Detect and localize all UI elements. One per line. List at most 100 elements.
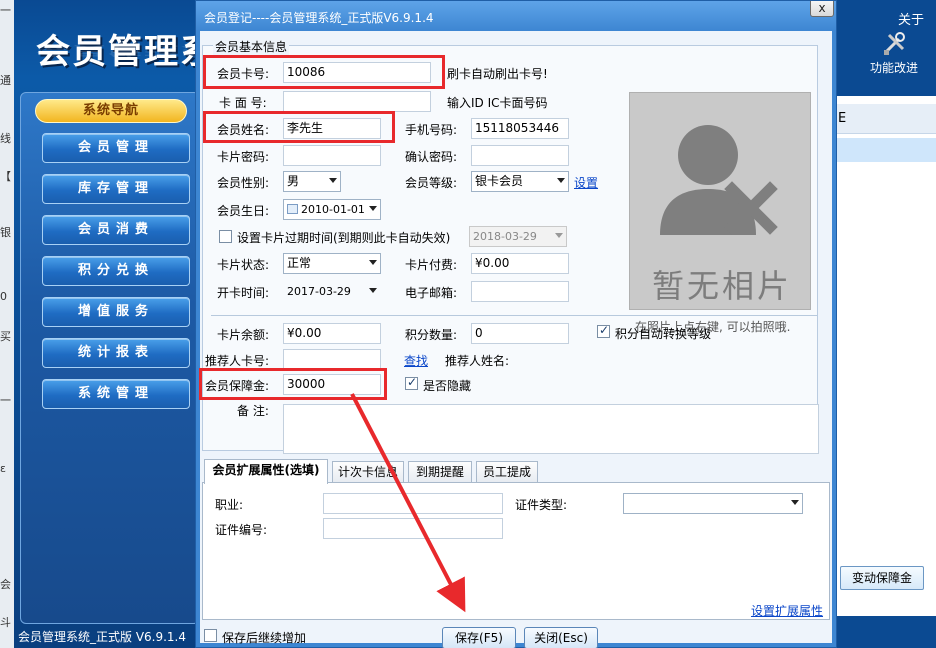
referrer-card-input[interactable] — [283, 349, 381, 370]
about-link[interactable]: 关于 — [898, 9, 924, 28]
level-label: 会员等级: — [405, 176, 458, 190]
remark-label: 备 注: — [237, 404, 269, 418]
left-edge-window: 一 通 线 【 银 0 买 一 ε 会 斗 — [0, 0, 14, 648]
id-number-label: 证件编号: — [215, 523, 268, 537]
card-status-select[interactable]: 正常 — [283, 253, 381, 274]
edge-fragment: 线 — [0, 132, 11, 145]
hidden-label: 是否隐藏 — [423, 379, 472, 393]
card-face-hint: 输入ID IC卡面号码 — [447, 96, 548, 110]
phone-label: 手机号码: — [405, 123, 458, 137]
card-fee-input[interactable]: ¥0.00 — [471, 253, 569, 274]
basic-info-legend: 会员基本信息 — [213, 38, 290, 55]
edge-fragment: 银 — [0, 226, 11, 239]
level-select[interactable]: 银卡会员 — [471, 171, 569, 192]
chevron-down-icon — [329, 178, 337, 183]
card-face-input[interactable] — [283, 91, 431, 112]
save-button[interactable]: 保存(F5) — [442, 627, 516, 648]
open-date-datepicker[interactable]: 2017-03-29 — [283, 281, 381, 302]
right-selected-row[interactable] — [836, 138, 936, 162]
tools-icon[interactable] — [880, 30, 908, 58]
nav-header: 系统导航 — [35, 99, 187, 123]
remark-textarea[interactable] — [283, 404, 819, 454]
edge-fragment: 一 — [0, 394, 11, 407]
birthday-datepicker[interactable]: 2010-01-01 — [283, 199, 381, 220]
nav-member-consumption[interactable]: 会员消费 — [42, 215, 190, 245]
email-input[interactable] — [471, 281, 569, 302]
hidden-checkbox[interactable] — [405, 375, 418, 390]
nav-member-management[interactable]: 会员管理 — [42, 133, 190, 163]
id-type-label: 证件类型: — [515, 498, 568, 512]
close-icon[interactable]: x — [810, 1, 834, 17]
id-number-input[interactable] — [323, 518, 503, 539]
expiry-datepicker[interactable]: 2018-03-29 — [469, 226, 567, 247]
basic-info-group: 会员基本信息 会员卡号: 10086 刷卡自动刷出卡号! 卡 面 号: 输入ID… — [199, 38, 819, 454]
points-label: 积分数量: — [405, 328, 458, 342]
dialog-title: 会员登记----会员管理系统_正式版V6.9.1.4 — [204, 11, 434, 25]
chevron-down-icon — [369, 288, 377, 293]
chevron-down-icon — [791, 500, 799, 505]
level-settings-link[interactable]: 设置 — [574, 174, 598, 191]
confirm-password-input[interactable] — [471, 145, 569, 166]
expiry-label: 设置卡片过期时间(到期则此卡自动失效) — [237, 231, 451, 245]
right-content-area — [836, 96, 936, 616]
section-divider — [211, 315, 817, 316]
member-name-highlight-box — [203, 111, 395, 143]
member-registration-dialog: 会员登记----会员管理系统_正式版V6.9.1.4 x 会员基本信息 会员卡号… — [195, 0, 837, 648]
change-deposit-button[interactable]: 变动保障金 — [840, 566, 924, 590]
phone-input[interactable]: 15118053446 — [471, 118, 569, 139]
occupation-input[interactable] — [323, 493, 503, 514]
gender-label: 会员性别: — [217, 176, 270, 190]
no-photo-text: 暂无相片 — [652, 267, 793, 305]
nav-statistics-reports[interactable]: 统计报表 — [42, 338, 190, 368]
system-nav-panel: 系统导航 会员管理 库存管理 会员消费 积分兑换 增值服务 统计报表 系统管理 — [20, 92, 200, 624]
dialog-body: 会员基本信息 会员卡号: 10086 刷卡自动刷出卡号! 卡 面 号: 输入ID… — [199, 31, 832, 648]
birthday-label: 会员生日: — [217, 204, 270, 218]
app-status-text: 会员管理系统_正式版 V6.9.1.4 — [18, 630, 187, 644]
tab-expiry-reminder[interactable]: 到期提醒 — [408, 461, 472, 483]
open-date-label: 开卡时间: — [217, 286, 270, 300]
edge-fragment: ε — [0, 462, 6, 475]
close-button[interactable]: 关闭(Esc) — [524, 627, 598, 648]
card-status-label: 卡片状态: — [217, 258, 270, 272]
chevron-down-icon — [369, 206, 377, 211]
tab-staff-commission[interactable]: 员工提成 — [476, 461, 538, 483]
save-continue-label: 保存后继续增加 — [222, 631, 307, 645]
edge-fragment: 通 — [0, 74, 11, 87]
edge-fragment: 【 — [0, 170, 11, 183]
extension-settings-link[interactable]: 设置扩展属性 — [751, 602, 823, 619]
feature-improve-link[interactable]: 功能改进 — [870, 59, 918, 76]
auto-level-label: 积分自动转换等级 — [615, 327, 712, 341]
chevron-down-icon — [555, 233, 563, 238]
balance-input[interactable]: ¥0.00 — [283, 323, 381, 344]
referrer-find-link[interactable]: 查找 — [404, 352, 428, 369]
expiry-checkbox[interactable] — [219, 230, 232, 243]
dialog-titlebar[interactable]: 会员登记----会员管理系统_正式版V6.9.1.4 x — [196, 1, 836, 31]
save-continue-checkbox[interactable] — [204, 629, 217, 642]
nav-value-added-services[interactable]: 增值服务 — [42, 297, 190, 327]
card-password-input[interactable] — [283, 145, 381, 166]
card-password-label: 卡片密码: — [217, 150, 270, 164]
card-no-hint: 刷卡自动刷出卡号! — [447, 67, 548, 81]
tab-count-card[interactable]: 计次卡信息 — [332, 461, 404, 483]
extension-tab-panel: 职业: 证件类型: 证件编号: 设置扩展属性 — [202, 482, 830, 620]
id-type-select[interactable] — [623, 493, 803, 514]
chevron-down-icon — [369, 260, 377, 265]
nav-inventory-management[interactable]: 库存管理 — [42, 174, 190, 204]
card-face-label: 卡 面 号: — [219, 96, 267, 110]
confirm-password-label: 确认密码: — [405, 150, 458, 164]
tab-member-extension[interactable]: 会员扩展属性(选填) — [204, 459, 328, 484]
member-photo[interactable]: 暂无相片 — [629, 92, 811, 310]
open-date-value: 2017-03-29 — [287, 285, 351, 298]
auto-level-checkbox[interactable] — [597, 323, 610, 338]
referrer-name-label: 推荐人姓名: — [445, 354, 510, 368]
nav-points-exchange[interactable]: 积分兑换 — [42, 256, 190, 286]
deposit-highlight-box — [199, 368, 387, 400]
points-input[interactable]: 0 — [471, 323, 569, 344]
edge-fragment: 斗 — [0, 616, 11, 629]
occupation-label: 职业: — [215, 498, 244, 512]
right-header-row: E — [836, 104, 936, 134]
gender-select[interactable]: 男 — [283, 171, 341, 192]
nav-system-management[interactable]: 系统管理 — [42, 379, 190, 409]
card-fee-label: 卡片付费: — [405, 258, 458, 272]
edge-fragment: 会 — [0, 578, 11, 591]
